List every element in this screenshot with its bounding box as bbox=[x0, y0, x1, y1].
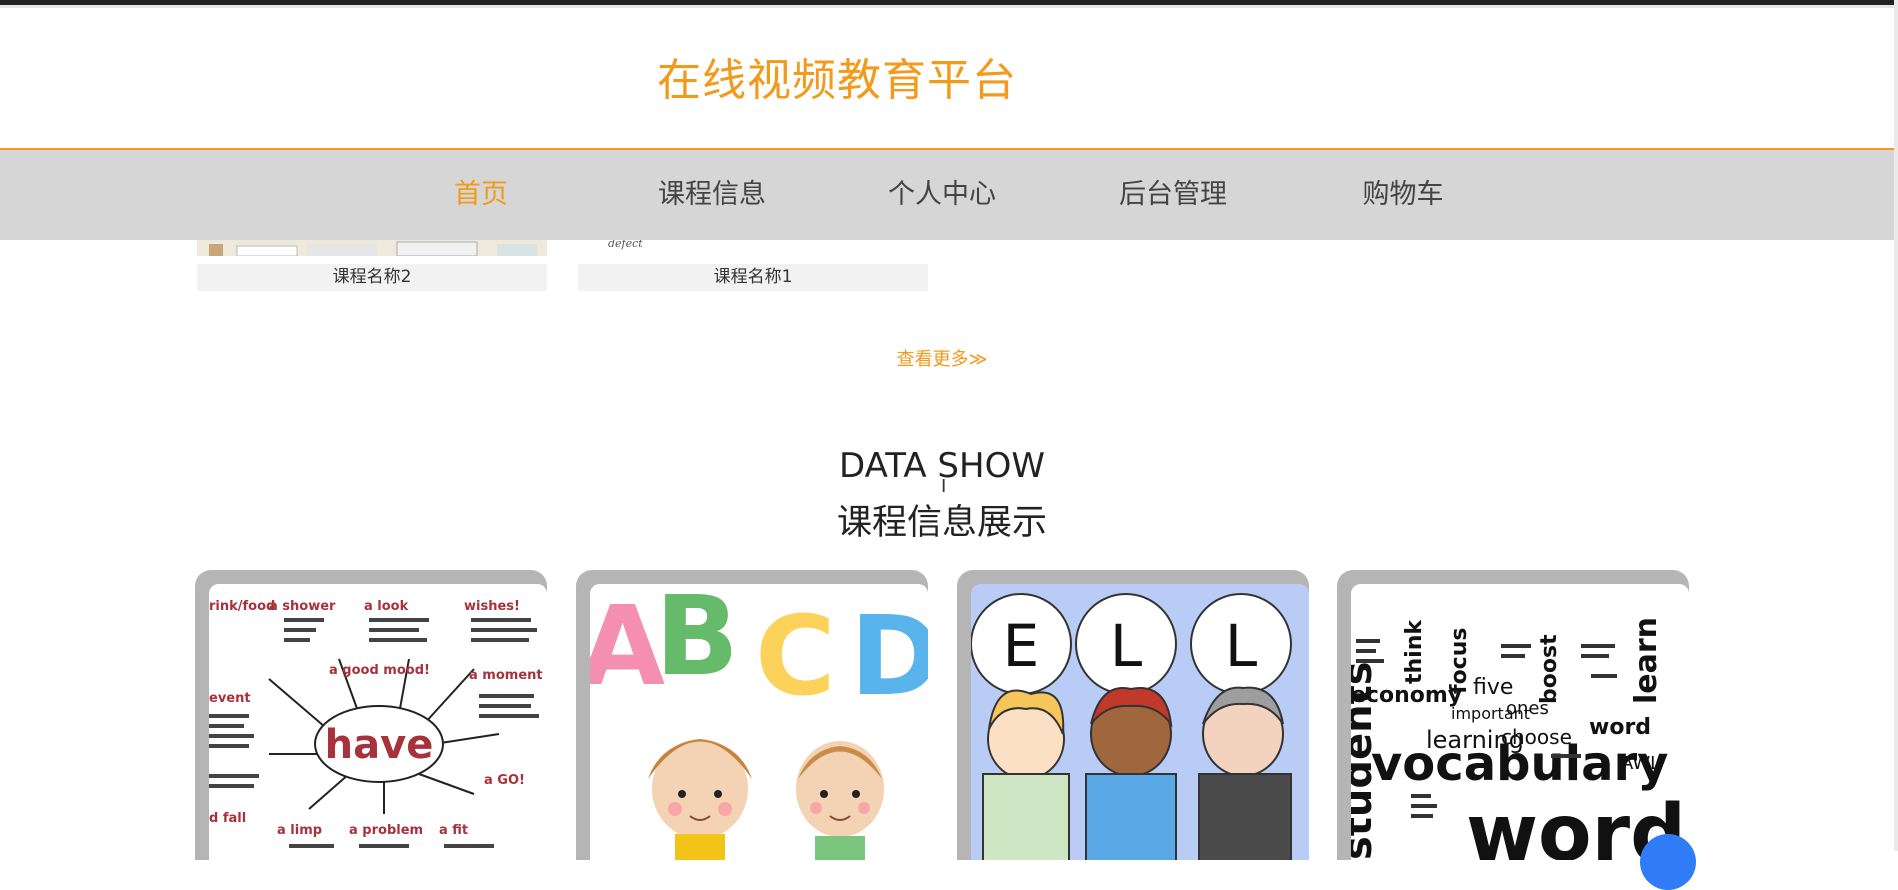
have-label: a shower bbox=[269, 599, 336, 614]
nav-item-admin[interactable]: 后台管理 bbox=[1093, 150, 1253, 240]
cloud-word: learn bbox=[1629, 617, 1664, 704]
data-show-card-2[interactable]: A B C D bbox=[576, 570, 928, 860]
ell-letter: L bbox=[1110, 612, 1142, 680]
have-label: wishes! bbox=[464, 599, 520, 614]
main-nav: 首页 课程信息 个人中心 后台管理 购物车 bbox=[0, 150, 1894, 240]
cloud-word: boost bbox=[1537, 634, 1562, 704]
nav-item-profile[interactable]: 个人中心 bbox=[862, 150, 1022, 240]
scrollbar-track[interactable] bbox=[1894, 0, 1898, 851]
cloud-word: five bbox=[1473, 675, 1513, 700]
cloud-word: think bbox=[1402, 619, 1427, 684]
course-name[interactable]: 课程名称1 bbox=[578, 264, 928, 291]
abc-letter: B bbox=[655, 584, 739, 700]
ell-letter: E bbox=[1003, 612, 1040, 680]
have-center-word: have bbox=[325, 722, 434, 768]
cloud-word: AWL bbox=[1621, 753, 1660, 774]
section-title-cn: 课程信息展示 bbox=[836, 503, 1047, 543]
have-label: a moment bbox=[469, 668, 543, 683]
abc-letter: A bbox=[590, 584, 665, 710]
floating-action-button[interactable] bbox=[1640, 834, 1696, 890]
view-more-link[interactable]: 查看更多≫ bbox=[0, 345, 1884, 371]
data-show-card-3[interactable]: E L L bbox=[957, 570, 1309, 860]
cloud-word: ones bbox=[1506, 698, 1549, 719]
have-label: a problem bbox=[349, 823, 423, 838]
abc-letter: C bbox=[755, 592, 836, 720]
cloud-word: focus bbox=[1447, 628, 1472, 694]
cloud-word: word bbox=[1589, 715, 1651, 740]
nav-item-courses[interactable]: 课程信息 bbox=[632, 150, 792, 240]
have-label: a fit bbox=[439, 823, 468, 838]
site-title: 在线视频教育平台 bbox=[657, 55, 1017, 106]
nav-item-cart[interactable]: 购物车 bbox=[1323, 150, 1483, 240]
have-label: a look bbox=[364, 599, 409, 614]
card-image-word-cloud[interactable]: vocabulary words learning economy studen… bbox=[1351, 584, 1689, 860]
card-image-ell[interactable]: E L L bbox=[971, 584, 1309, 860]
cloud-word: students bbox=[1351, 661, 1381, 860]
card-image-have[interactable]: have rink/food a shower a look wishes! a… bbox=[209, 584, 547, 860]
data-show-card-1[interactable]: have rink/food a shower a look wishes! a… bbox=[195, 570, 547, 860]
nav-item-home[interactable]: 首页 bbox=[401, 150, 561, 240]
abc-letter: D bbox=[850, 592, 928, 720]
have-label: a limp bbox=[277, 823, 322, 838]
have-label: a good mood! bbox=[329, 663, 430, 678]
ell-letter: L bbox=[1225, 612, 1257, 680]
have-label: event bbox=[209, 691, 251, 706]
window-top-shadow bbox=[0, 5, 1898, 8]
card-image-abc[interactable]: A B C D bbox=[590, 584, 928, 860]
text-cursor-icon: Ι bbox=[941, 476, 947, 497]
have-label: d fall bbox=[209, 811, 246, 826]
have-label: rink/food bbox=[209, 599, 275, 614]
course-name[interactable]: 课程名称2 bbox=[197, 264, 547, 291]
cloud-word: choose bbox=[1501, 725, 1572, 749]
data-show-card-4[interactable]: vocabulary words learning economy studen… bbox=[1337, 570, 1689, 860]
have-label: a GO! bbox=[484, 773, 525, 788]
